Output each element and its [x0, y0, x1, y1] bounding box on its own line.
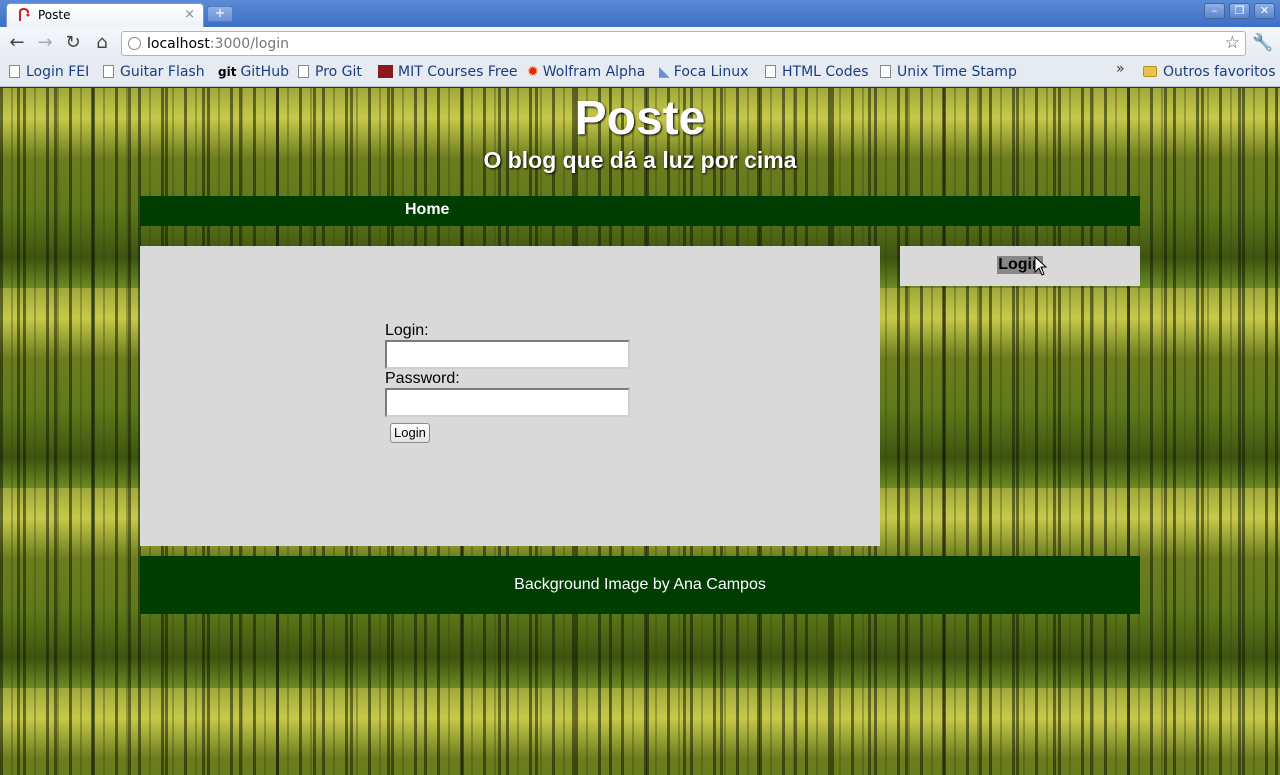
close-window-button[interactable]: ✕ [1254, 3, 1275, 19]
bookmark-login-fei[interactable]: Login FEI [9, 64, 89, 80]
bookmark-label: GitHub [240, 64, 289, 80]
browser-titlebar: Poste × + – ❐ ✕ [0, 0, 1280, 27]
bookmarks-overflow-chevron[interactable]: » [1116, 61, 1125, 77]
url-path: :3000/login [209, 36, 290, 52]
home-link[interactable]: Home [405, 201, 449, 219]
bookmark-label: Outros favoritos [1163, 64, 1276, 80]
password-input[interactable] [385, 388, 630, 417]
mouse-cursor-icon [1034, 256, 1048, 276]
home-icon[interactable]: ⌂ [91, 32, 113, 54]
site-subtitle: O blog que dá a luz por cima [483, 147, 797, 173]
minimize-button[interactable]: – [1204, 3, 1225, 19]
wrench-icon[interactable]: 🔧 [1252, 33, 1273, 53]
bookmark-label: Unix Time Stamp [897, 64, 1017, 80]
new-tab-button[interactable]: + [207, 6, 233, 22]
bookmark-unix-time-stamp[interactable]: Unix Time Stamp [880, 64, 1017, 80]
bookmark-pro-git[interactable]: Pro Git [298, 64, 362, 80]
bookmark-label: Foca Linux [673, 64, 749, 80]
bookmark-wolfram-alpha[interactable]: ✹ Wolfram Alpha [527, 64, 645, 80]
bookmarks-bar: Login FEI Guitar Flash git GitHub Pro Git… [0, 60, 1280, 87]
wolfram-icon: ✹ [527, 64, 539, 80]
page-icon [298, 65, 309, 78]
bookmark-mit-courses[interactable]: MIT Courses Free [378, 64, 518, 80]
reload-icon[interactable]: ↻ [62, 32, 84, 54]
browser-toolbar: ← → ↻ ⌂ localhost:3000/login ☆ [0, 27, 1280, 60]
site-title: Poste [574, 92, 706, 145]
login-label: Login: [385, 322, 429, 339]
bookmark-github[interactable]: git GitHub [218, 64, 289, 80]
bookmark-label: Login FEI [26, 64, 90, 80]
mit-icon [378, 65, 393, 78]
footer-credit: Background Image by Ana Campos [514, 576, 766, 593]
page-icon [765, 65, 776, 78]
foca-icon: ◣ [659, 64, 670, 80]
bookmark-html-codes[interactable]: HTML Codes [765, 64, 869, 80]
login-input[interactable] [385, 340, 630, 369]
nav-menu: Home [140, 196, 1140, 226]
bookmark-label: HTML Codes [782, 64, 869, 80]
bookmark-label: Pro Git [315, 64, 362, 80]
bookmark-star-icon[interactable]: ☆ [1225, 33, 1240, 53]
maximize-button[interactable]: ❐ [1229, 3, 1250, 19]
tab-close-icon[interactable]: × [184, 7, 195, 22]
bookmark-label: Guitar Flash [120, 64, 205, 80]
other-bookmarks-folder[interactable]: Outros favoritos [1143, 64, 1276, 80]
login-form: Login: Password: Login [385, 322, 630, 443]
bookmark-label: Wolfram Alpha [542, 64, 646, 80]
bookmark-guitar-flash[interactable]: Guitar Flash [103, 64, 205, 80]
url-host: localhost [147, 36, 210, 52]
sidebar: Login [900, 246, 1140, 286]
git-icon: git [218, 65, 237, 79]
page-icon [103, 65, 114, 78]
page-icon [9, 65, 20, 78]
back-icon[interactable]: ← [6, 32, 28, 54]
page-viewport: Poste O blog que dá a luz por cima Home … [0, 88, 1280, 775]
globe-icon [128, 37, 141, 50]
favicon-icon [19, 8, 30, 21]
url-text: localhost:3000/login [147, 36, 289, 52]
bookmark-label: MIT Courses Free [398, 64, 518, 80]
footer: Background Image by Ana Campos [140, 556, 1140, 614]
browser-tab[interactable]: Poste × [6, 3, 204, 27]
page-icon [880, 65, 891, 78]
tab-title: Poste [38, 8, 71, 22]
password-label: Password: [385, 370, 460, 387]
address-bar[interactable]: localhost:3000/login ☆ [121, 31, 1246, 56]
forward-icon[interactable]: → [34, 32, 56, 54]
folder-icon [1143, 66, 1157, 77]
main-content: Login: Password: Login [140, 246, 880, 546]
bookmark-foca-linux[interactable]: ◣ Foca Linux [659, 64, 748, 80]
login-submit-button[interactable]: Login [390, 423, 430, 443]
